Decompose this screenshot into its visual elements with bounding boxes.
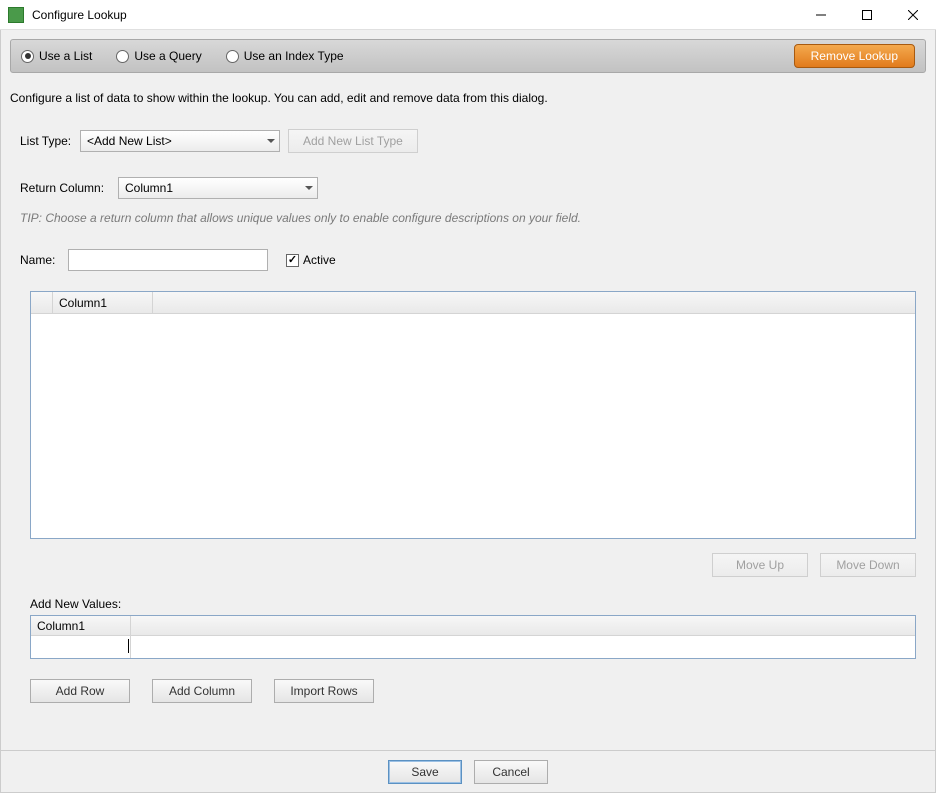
radio-use-query[interactable]: Use a Query bbox=[116, 49, 201, 63]
remove-lookup-button[interactable]: Remove Lookup bbox=[794, 44, 915, 68]
radio-use-index-type[interactable]: Use an Index Type bbox=[226, 49, 344, 63]
add-new-header-spacer bbox=[131, 616, 915, 635]
cancel-button-label: Cancel bbox=[492, 765, 529, 779]
add-new-grid[interactable]: Column1 bbox=[30, 615, 916, 659]
grid-body[interactable] bbox=[31, 314, 915, 538]
chevron-down-icon bbox=[267, 139, 275, 143]
radio-label: Use a List bbox=[39, 49, 92, 63]
minimize-button[interactable] bbox=[798, 0, 844, 30]
description-text: Configure a list of data to show within … bbox=[10, 91, 926, 105]
radio-label: Use a Query bbox=[134, 49, 201, 63]
radio-label: Use an Index Type bbox=[244, 49, 344, 63]
move-button-row: Move Up Move Down bbox=[30, 553, 916, 577]
grid-header: Column1 bbox=[31, 292, 915, 314]
window-title: Configure Lookup bbox=[30, 8, 798, 22]
grid-header-spacer bbox=[153, 292, 915, 313]
add-column-button[interactable]: Add Column bbox=[152, 679, 252, 703]
row-buttons: Add Row Add Column Import Rows bbox=[30, 679, 916, 703]
save-button-label: Save bbox=[411, 765, 438, 779]
maximize-icon bbox=[862, 10, 872, 20]
dialog-footer: Save Cancel bbox=[1, 750, 935, 792]
data-grid[interactable]: Column1 bbox=[30, 291, 916, 539]
add-new-row[interactable] bbox=[31, 636, 915, 658]
cancel-button[interactable]: Cancel bbox=[474, 760, 548, 784]
window-controls bbox=[798, 0, 936, 29]
active-checkbox-wrap[interactable]: Active bbox=[286, 253, 336, 267]
list-type-combo[interactable]: <Add New List> bbox=[80, 130, 280, 152]
return-column-row: Return Column: Column1 bbox=[20, 177, 926, 199]
radio-icon bbox=[21, 50, 34, 63]
add-new-header-col1[interactable]: Column1 bbox=[31, 616, 131, 635]
grid-header-rownum bbox=[31, 292, 53, 313]
add-new-cell-col1[interactable] bbox=[31, 636, 131, 658]
close-button[interactable] bbox=[890, 0, 936, 30]
add-new-header: Column1 bbox=[31, 616, 915, 636]
chevron-down-icon bbox=[305, 186, 313, 190]
active-checkbox[interactable] bbox=[286, 254, 299, 267]
add-row-button[interactable]: Add Row bbox=[30, 679, 130, 703]
return-column-combo[interactable]: Column1 bbox=[118, 177, 318, 199]
list-type-selected: <Add New List> bbox=[87, 134, 172, 148]
name-row: Name: Active bbox=[20, 249, 926, 271]
move-up-button[interactable]: Move Up bbox=[712, 553, 808, 577]
app-icon bbox=[8, 7, 24, 23]
text-caret-icon bbox=[128, 639, 129, 653]
form-body: Configure a list of data to show within … bbox=[1, 73, 935, 750]
content-area: Use a List Use a Query Use an Index Type… bbox=[0, 30, 936, 793]
active-label: Active bbox=[303, 253, 336, 267]
name-input[interactable] bbox=[68, 249, 268, 271]
maximize-button[interactable] bbox=[844, 0, 890, 30]
list-type-row: List Type: <Add New List> Add New List T… bbox=[20, 129, 926, 153]
list-type-label: List Type: bbox=[20, 134, 72, 148]
titlebar: Configure Lookup bbox=[0, 0, 936, 30]
minimize-icon bbox=[816, 10, 826, 20]
move-down-button[interactable]: Move Down bbox=[820, 553, 916, 577]
add-new-values-label: Add New Values: bbox=[30, 597, 916, 611]
return-column-label: Return Column: bbox=[20, 181, 110, 195]
radio-use-list[interactable]: Use a List bbox=[21, 49, 92, 63]
return-column-tip: TIP: Choose a return column that allows … bbox=[20, 211, 926, 225]
grid-header-col1[interactable]: Column1 bbox=[53, 292, 153, 313]
save-button[interactable]: Save bbox=[388, 760, 462, 784]
import-rows-button[interactable]: Import Rows bbox=[274, 679, 374, 703]
close-icon bbox=[908, 10, 918, 20]
radio-icon bbox=[116, 50, 129, 63]
radio-icon bbox=[226, 50, 239, 63]
mode-bar: Use a List Use a Query Use an Index Type… bbox=[10, 39, 926, 73]
add-new-cell-rest[interactable] bbox=[131, 636, 915, 658]
add-new-list-type-button[interactable]: Add New List Type bbox=[288, 129, 418, 153]
name-label: Name: bbox=[20, 253, 60, 267]
return-column-selected: Column1 bbox=[125, 181, 173, 195]
mode-radio-group: Use a List Use a Query Use an Index Type bbox=[21, 49, 794, 63]
